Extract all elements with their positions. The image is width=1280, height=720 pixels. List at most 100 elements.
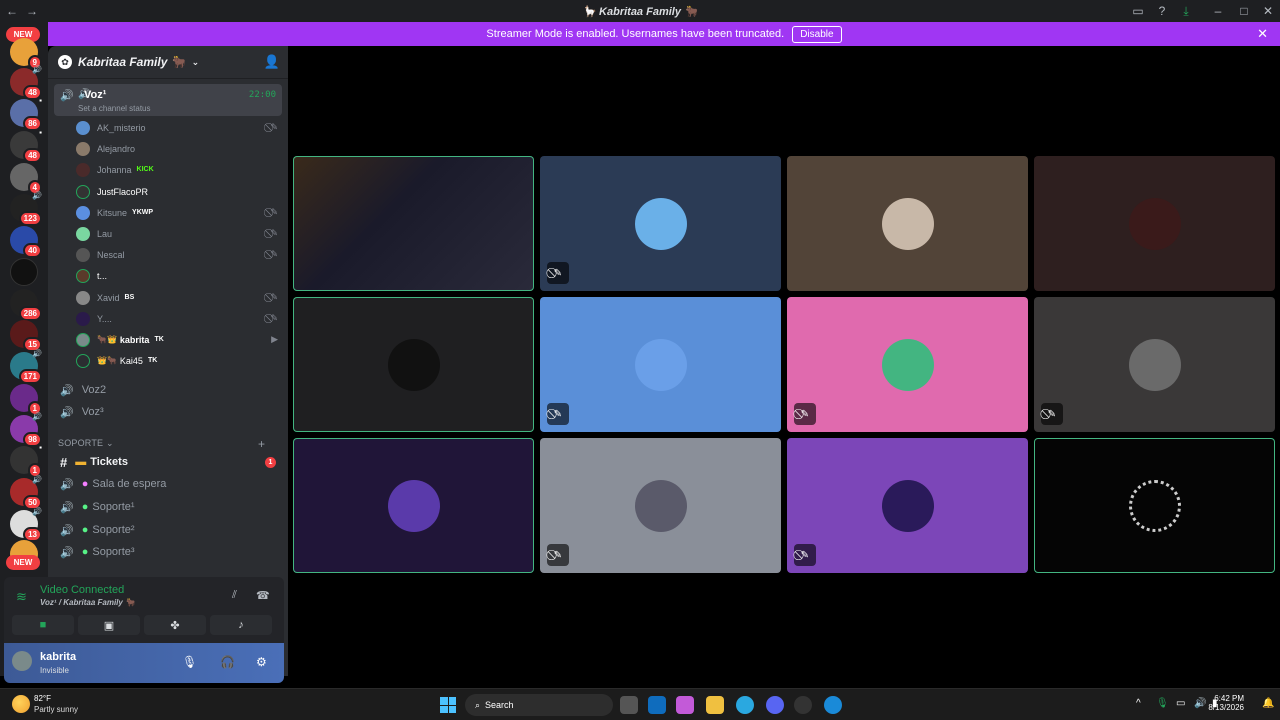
discord-icon[interactable] [766,696,784,714]
task-view-icon[interactable] [620,696,638,714]
outlook-icon[interactable] [648,696,666,714]
avatar[interactable] [12,651,32,671]
network-icon[interactable]: ▭ [1176,698,1185,709]
notification-icon[interactable]: 🔔 [1262,698,1274,709]
video-tile[interactable]: ⃠✎ [540,156,781,291]
server-icon[interactable]: ▪ 86 [10,96,42,131]
back-icon[interactable]: ← [4,4,20,18]
signal-icon[interactable]: ≋ [16,589,27,605]
video-tile[interactable]: ⃠✎ [787,297,1028,432]
channel-soporte1[interactable]: 🔊 ● Soporte¹ [54,496,282,518]
channel-voz2[interactable]: 🔊 Voz2 [54,379,282,401]
soundboard-button[interactable]: ♪ [210,615,272,635]
member-item[interactable]: Xavid BS⃠✎ [76,287,282,308]
forward-icon[interactable]: → [24,4,40,18]
inbox-icon[interactable]: ▭ [1126,0,1150,22]
invite-icon[interactable]: 👤 [264,54,280,70]
download-icon[interactable]: ⤓ [1174,0,1198,22]
activities-button[interactable]: ✤ [144,615,206,635]
server-icon[interactable]: 15 [10,320,42,352]
video-tile[interactable] [293,297,534,432]
camera-button[interactable]: ■ [12,615,74,635]
channel-voz3[interactable]: 🔊 Voz³ [54,401,282,423]
clock[interactable]: 6:42 PM 8/13/2026 [1208,694,1244,712]
voice-location[interactable]: Voz¹ / Kabritaa Family 🐂 [40,598,135,607]
windows-start-icon[interactable] [440,697,456,713]
disable-button[interactable]: Disable [792,25,842,43]
settings-icon[interactable]: ⚙ [256,655,267,669]
video-tile[interactable] [293,438,534,573]
server-icon[interactable]: 40 [10,226,42,258]
screen-share-button[interactable]: ▣ [78,615,140,635]
streamer-mode-banner: Streamer Mode is enabled. Usernames have… [48,22,1280,46]
taskbar-search[interactable]: ⌕ Search [465,694,613,716]
server-icon[interactable]: 🔊 123 [10,191,42,226]
member-item[interactable]: 👑🐂 Kai45 TK [76,350,282,371]
member-item[interactable]: t... [76,265,282,286]
muted-icon: ⃠✎ [270,292,278,302]
video-tile[interactable]: ⃠✎ [540,438,781,573]
volume-icon[interactable]: 🔊 [1194,698,1206,709]
tray-chevron-icon[interactable]: ^ [1136,698,1141,709]
server-icon[interactable]: 4 [10,163,42,195]
server-icon[interactable]: ▪ 1 [10,443,42,478]
member-item[interactable]: 🐂👑 kabrita TK ▶ [76,329,282,350]
headphones-icon[interactable]: 🎧 [220,655,235,669]
video-tile[interactable] [1034,156,1275,291]
channel-status-hint[interactable]: Set a channel status [78,104,151,113]
video-tile[interactable]: ⃠✎ [1034,297,1275,432]
voice-status[interactable]: Video Connected [40,584,124,596]
member-item[interactable]: JustFlacoPR [76,181,282,202]
member-item[interactable]: AK_misterio⃠✎ [76,117,282,138]
category-soporte[interactable]: SOPORTE ⌄ + [58,437,265,451]
close-banner-icon[interactable]: ✕ [1257,26,1268,42]
server-icon[interactable]: 9 [10,38,42,70]
server-icon[interactable]: 🔊 171 [10,349,42,384]
add-channel-icon[interactable]: + [258,437,265,451]
microphone-icon[interactable]: 🎙 [182,655,197,669]
maximize-icon[interactable]: □ [1232,0,1256,22]
channel-tickets[interactable]: # ▬ Tickets 1 [54,451,282,473]
video-tile[interactable] [293,156,534,291]
server-icon[interactable]: 🔊 48 [10,65,42,100]
server-icon[interactable]: 286 [10,289,42,321]
server-header[interactable]: ✿ Kabritaa Family 🐂 ⌄ 👤 [48,46,288,79]
server-icon[interactable] [10,258,38,286]
edge-icon[interactable] [736,696,754,714]
channel-voz1[interactable]: 🔊 🔊 Voz¹ Set a channel status 22:00 [54,84,282,116]
member-item[interactable]: Alejandro [76,138,282,159]
member-item[interactable]: Johanna KICK [76,159,282,180]
app-icon[interactable] [824,696,842,714]
close-icon[interactable]: ✕ [1256,0,1280,22]
help-icon[interactable]: ? [1150,0,1174,22]
disconnect-icon[interactable]: ☎ [256,589,270,602]
voice-panel: ≋ Video Connected Voz¹ / Kabritaa Family… [4,577,284,643]
file-explorer-icon[interactable] [706,696,724,714]
member-item[interactable]: Lau⃠✎ [76,223,282,244]
server-icon[interactable]: ▪ 48 [10,128,42,163]
server-icon[interactable]: 🔊 98 [10,412,42,447]
server-icon[interactable]: 🔊 50 [10,475,42,510]
username[interactable]: kabrita [40,651,76,663]
video-tile[interactable]: ⃠✎ [787,438,1028,573]
channel-soporte2[interactable]: 🔊 ● Soporte² [54,519,282,541]
copilot-icon[interactable] [676,696,694,714]
server-icon[interactable]: 1 [10,384,42,416]
server-icon[interactable]: 🔊 13 [10,507,42,542]
channel-soporte3[interactable]: 🔊 ● Soporte³ [54,541,282,563]
microphone-icon[interactable]: 🎙 [1156,698,1169,709]
muted-icon: ⃠✎ [547,544,569,566]
channel-waiting[interactable]: 🔊 ● Sala de espera [54,473,282,495]
weather-icon[interactable] [12,695,30,713]
member-item[interactable]: Kitsune YKWP⃠✎ [76,202,282,223]
video-tile[interactable] [787,156,1028,291]
obs-icon[interactable] [794,696,812,714]
video-tile[interactable] [1034,438,1275,573]
member-item[interactable]: Nescal⃠✎ [76,244,282,265]
minimize-icon[interactable]: – [1206,0,1230,22]
speaker-icon: 🔊 [60,384,74,397]
member-item[interactable]: Y....⃠✎ [76,308,282,329]
noise-suppression-icon[interactable]: ⫽ [232,589,237,602]
video-tile[interactable]: ⃠✎ [540,297,781,432]
user-status: Invisible [40,666,69,675]
